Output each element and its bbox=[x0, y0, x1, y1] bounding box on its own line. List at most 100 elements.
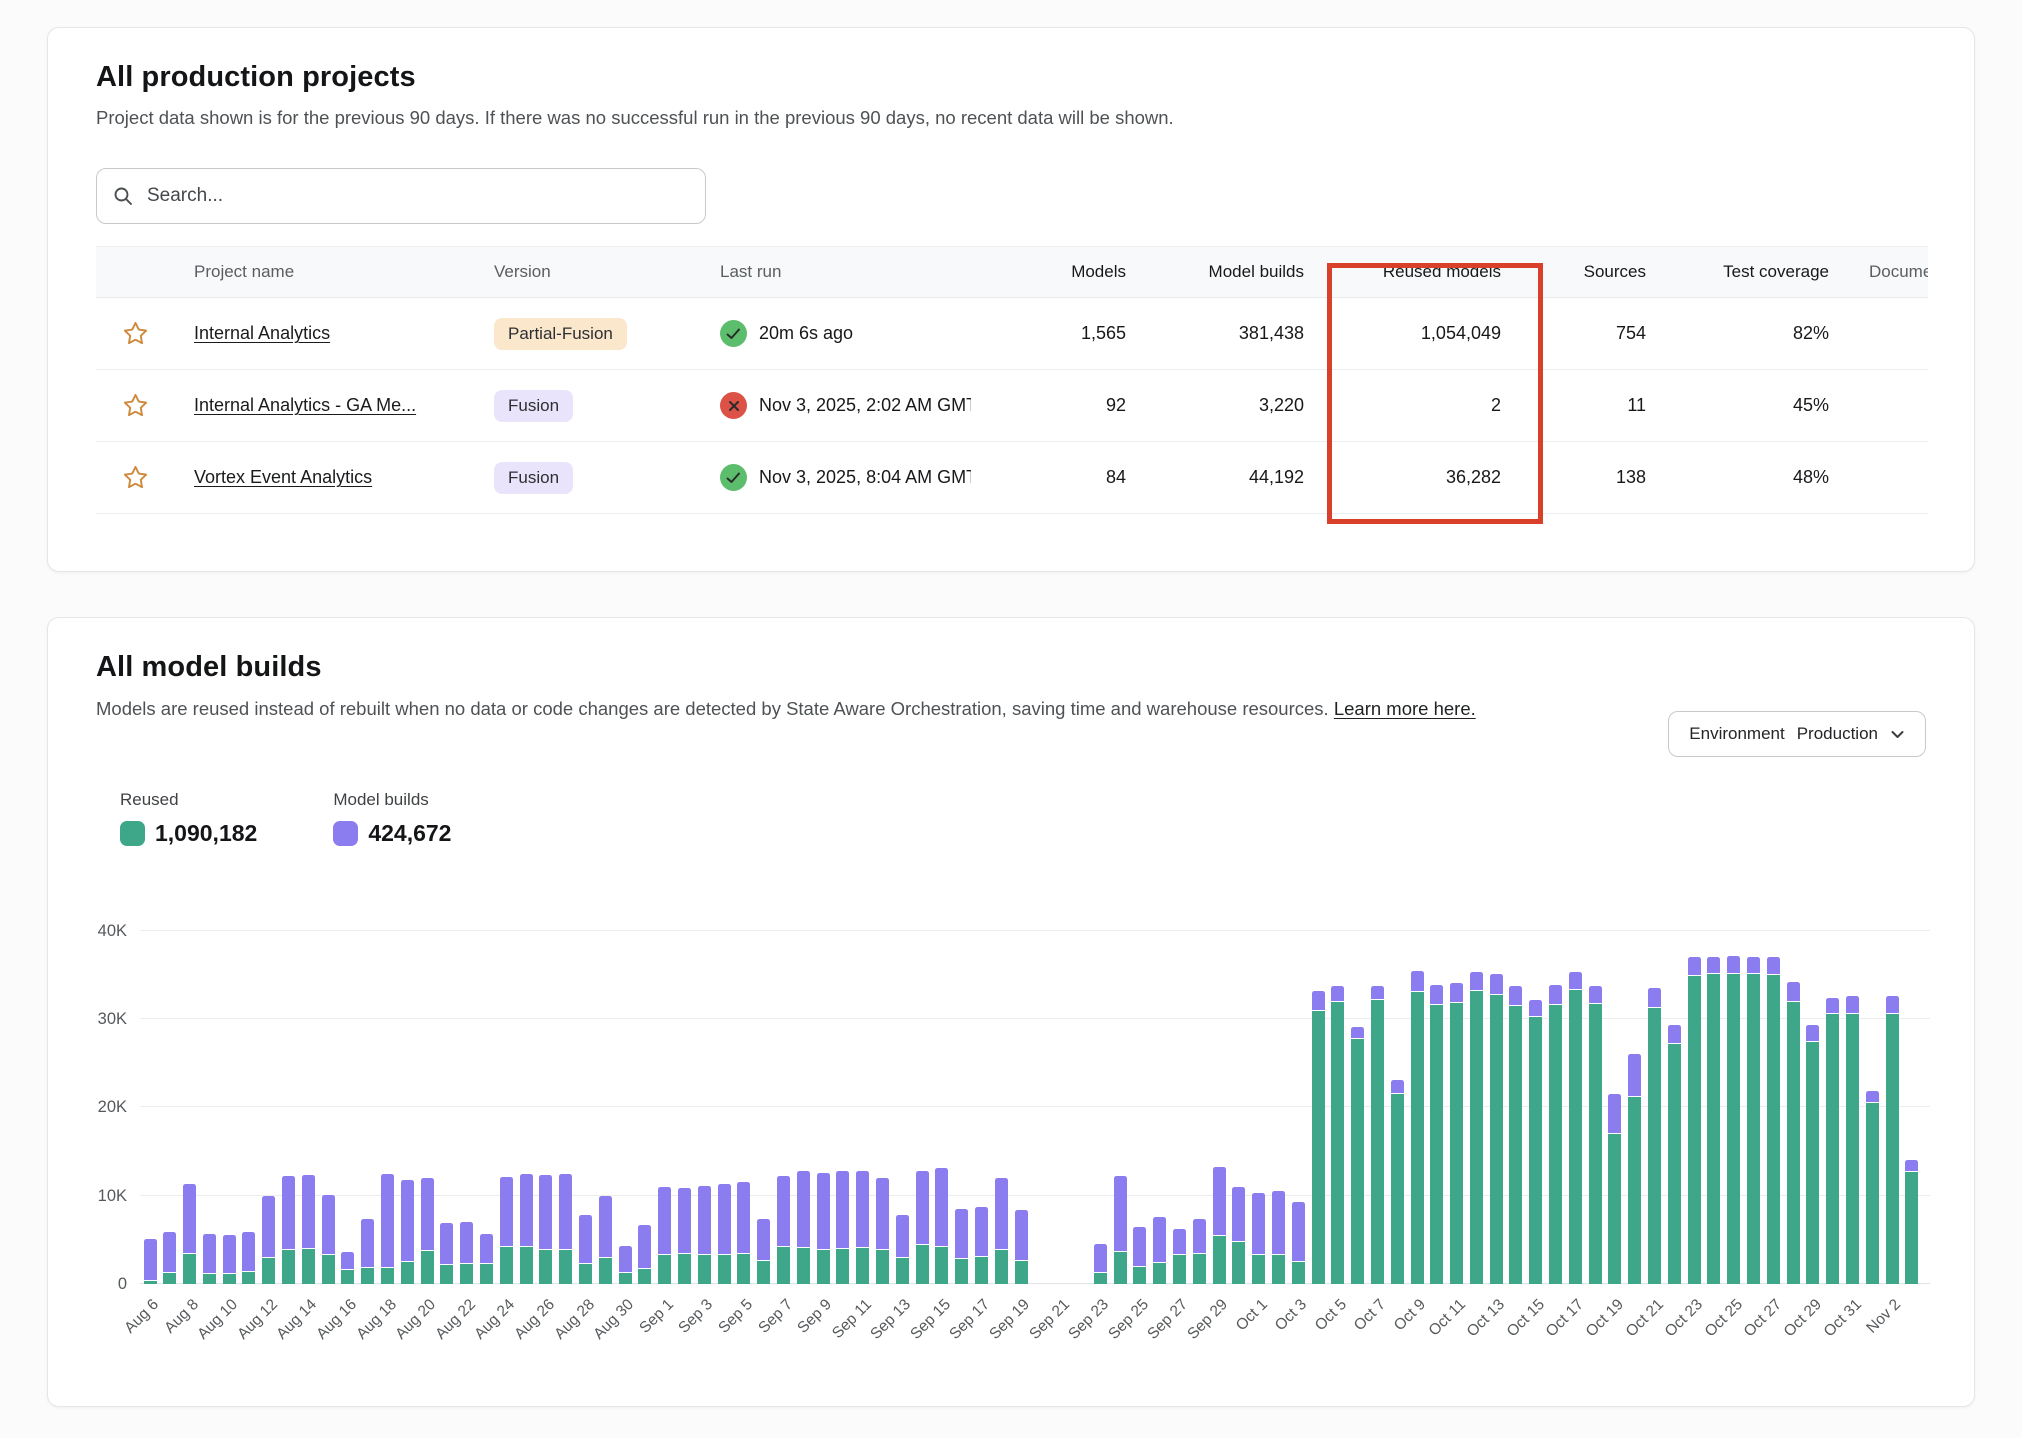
bar-sep-13 bbox=[896, 1215, 909, 1285]
bar-sep-18 bbox=[995, 1178, 1008, 1285]
bar-aug-28 bbox=[579, 1215, 592, 1285]
bar-sep-23 bbox=[1094, 1244, 1107, 1285]
bar-oct-21 bbox=[1648, 988, 1661, 1285]
bar-sep-29 bbox=[1213, 1167, 1226, 1285]
learn-more-link[interactable]: Learn more here. bbox=[1334, 698, 1476, 719]
gridline-40K bbox=[140, 930, 1930, 931]
bar-sep-2 bbox=[678, 1188, 691, 1285]
bar-oct-3 bbox=[1292, 1202, 1305, 1285]
sources-value: 138 bbox=[1511, 467, 1656, 488]
run-status-error-icon bbox=[720, 392, 747, 419]
bar-oct-12 bbox=[1470, 972, 1483, 1285]
project-name-link[interactable]: Vortex Event Analytics bbox=[194, 467, 372, 487]
sources-value: 11 bbox=[1511, 395, 1656, 416]
projects-card-title: All production projects bbox=[96, 61, 1926, 94]
column-header-model-builds: Model builds bbox=[1136, 262, 1314, 282]
gridline-20K bbox=[140, 1106, 1930, 1107]
models-value: 84 bbox=[1030, 467, 1136, 488]
bar-sep-27 bbox=[1173, 1229, 1186, 1285]
y-axis-tick-label: 40K bbox=[55, 921, 127, 941]
bar-aug-26 bbox=[539, 1175, 552, 1285]
bar-oct-20 bbox=[1628, 1054, 1641, 1285]
bar-oct-7 bbox=[1371, 986, 1384, 1285]
last-run-value: Nov 3, 2025, 2:02 AM GMT bbox=[759, 395, 971, 416]
bar-aug-24 bbox=[500, 1177, 513, 1285]
bar-sep-10 bbox=[836, 1171, 849, 1285]
column-header-documentation-coverage: Documentation coverage bbox=[1839, 262, 1928, 282]
bar-oct-9 bbox=[1411, 971, 1424, 1285]
bar-aug-22 bbox=[460, 1222, 473, 1285]
bar-sep-15 bbox=[935, 1168, 948, 1285]
production-projects-card: All production projects Project data sho… bbox=[47, 27, 1975, 572]
bar-oct-13 bbox=[1490, 974, 1503, 1285]
version-badge: Partial-Fusion bbox=[494, 318, 627, 350]
column-header-test-coverage: Test coverage bbox=[1656, 262, 1839, 282]
column-header-reused-models: Reused models bbox=[1314, 262, 1511, 282]
builds-card-subtitle-text: Models are reused instead of rebuilt whe… bbox=[96, 698, 1329, 719]
bar-oct-4 bbox=[1312, 991, 1325, 1285]
environment-select[interactable]: Environment Production bbox=[1668, 711, 1926, 757]
legend-reused-swatch bbox=[120, 821, 145, 846]
bar-aug-10 bbox=[223, 1235, 236, 1285]
table-row: Internal Analytics - GA Me... Fusion Nov 3… bbox=[96, 370, 1928, 442]
bar-sep-14 bbox=[916, 1171, 929, 1285]
bar-nov-2 bbox=[1886, 996, 1899, 1285]
bar-nov-1 bbox=[1866, 1091, 1879, 1285]
sources-value: 754 bbox=[1511, 323, 1656, 344]
project-name-link[interactable]: Internal Analytics bbox=[194, 323, 330, 343]
project-name-link[interactable]: Internal Analytics - GA Me... bbox=[194, 395, 416, 415]
column-header-version: Version bbox=[494, 262, 720, 282]
bar-oct-24 bbox=[1707, 957, 1720, 1285]
search-icon bbox=[113, 186, 134, 207]
bar-oct-14 bbox=[1509, 986, 1522, 1285]
legend-reused-value: 1,090,182 bbox=[155, 820, 257, 847]
favorite-star-icon[interactable] bbox=[96, 392, 174, 419]
bar-oct-18 bbox=[1589, 986, 1602, 1285]
bar-sep-3 bbox=[698, 1186, 711, 1285]
bar-sep-17 bbox=[975, 1207, 988, 1285]
gridline-30K bbox=[140, 1018, 1930, 1019]
bar-sep-9 bbox=[817, 1173, 830, 1285]
bar-oct-22 bbox=[1668, 1025, 1681, 1285]
bar-sep-26 bbox=[1153, 1217, 1166, 1285]
bar-oct-28 bbox=[1787, 982, 1800, 1285]
bar-oct-17 bbox=[1569, 972, 1582, 1285]
bar-sep-25 bbox=[1133, 1227, 1146, 1285]
projects-table: Project nameVersionLast runModelsModel b… bbox=[96, 246, 1928, 514]
column-header-sources: Sources bbox=[1511, 262, 1656, 282]
bar-sep-12 bbox=[876, 1178, 889, 1285]
column-header-last-run: Last run bbox=[720, 262, 1030, 282]
builds-card-title: All model builds bbox=[96, 651, 1926, 684]
favorite-star-icon[interactable] bbox=[96, 320, 174, 347]
test-coverage-value: 48% bbox=[1656, 467, 1839, 488]
favorite-star-icon[interactable] bbox=[96, 464, 174, 491]
bar-sep-6 bbox=[757, 1219, 770, 1285]
reused-models-value: 36,282 bbox=[1314, 467, 1511, 488]
models-value: 1,565 bbox=[1030, 323, 1136, 344]
search-box[interactable] bbox=[96, 168, 706, 224]
bar-aug-12 bbox=[262, 1196, 275, 1285]
bar-aug-29 bbox=[599, 1196, 612, 1285]
bar-oct-2 bbox=[1272, 1191, 1285, 1285]
y-axis-tick-label: 20K bbox=[55, 1097, 127, 1117]
run-status-success-icon bbox=[720, 464, 747, 491]
bar-oct-1 bbox=[1252, 1193, 1265, 1285]
bar-oct-25 bbox=[1727, 956, 1740, 1285]
column-header-project-name: Project name bbox=[174, 262, 494, 282]
bar-oct-6 bbox=[1351, 1027, 1364, 1285]
search-input[interactable] bbox=[147, 185, 689, 207]
bar-sep-28 bbox=[1193, 1219, 1206, 1285]
version-badge: Fusion bbox=[494, 390, 573, 422]
projects-table-header: Project nameVersionLast runModelsModel b… bbox=[96, 246, 1928, 298]
test-coverage-value: 45% bbox=[1656, 395, 1839, 416]
bar-aug-15 bbox=[322, 1195, 335, 1285]
bar-sep-30 bbox=[1232, 1187, 1245, 1285]
version-badge: Fusion bbox=[494, 462, 573, 494]
table-row: Internal AnalyticsPartial-Fusion20m 6s a… bbox=[96, 298, 1928, 370]
table-row: Vortex Event AnalyticsFusionNov 3, 2025,… bbox=[96, 442, 1928, 514]
bar-oct-19 bbox=[1608, 1094, 1621, 1285]
bar-aug-13 bbox=[282, 1176, 295, 1285]
models-value: 92 bbox=[1030, 395, 1136, 416]
bar-sep-24 bbox=[1114, 1176, 1127, 1285]
chevron-down-icon bbox=[1890, 729, 1905, 740]
